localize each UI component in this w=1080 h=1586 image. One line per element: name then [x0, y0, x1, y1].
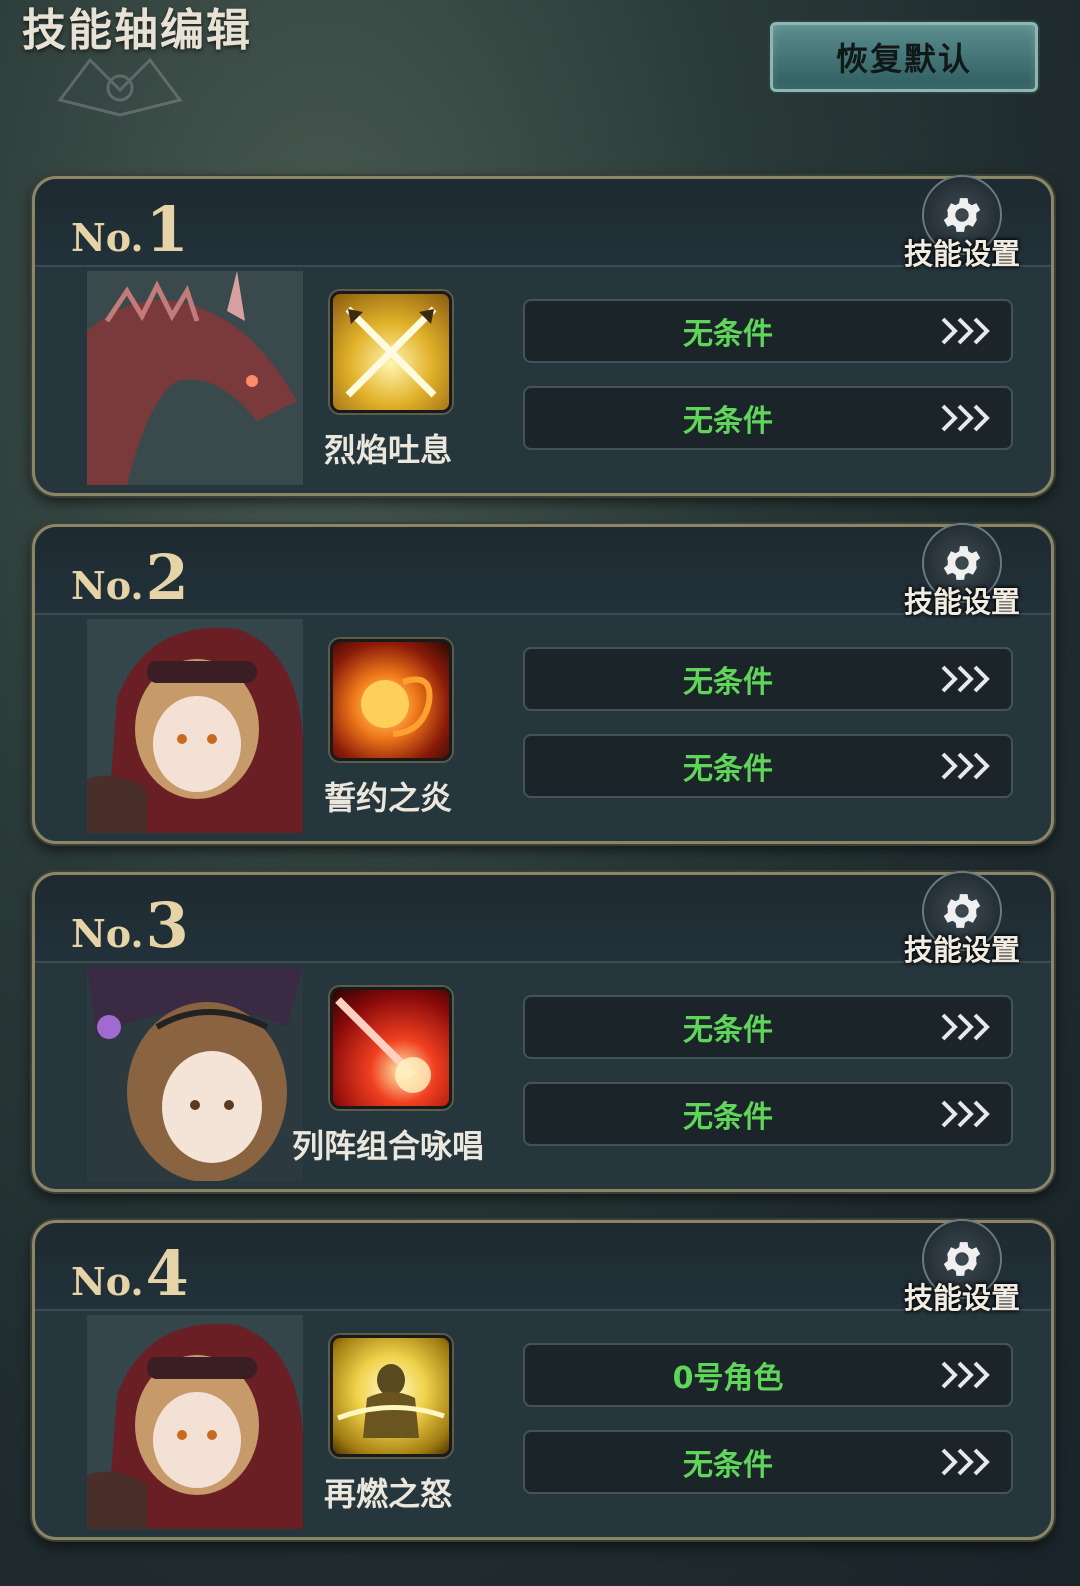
skill-icon[interactable] — [330, 987, 452, 1109]
triple-chevron-right-icon — [941, 317, 990, 345]
condition-button-1[interactable]: 无条件 — [523, 995, 1013, 1059]
girl-red-hood-portrait-icon — [87, 1315, 303, 1529]
card-number: No.1 — [71, 193, 189, 266]
triple-chevron-right-icon — [941, 1361, 990, 1389]
skill-card-2: No.2 技能设置 誓约之炎 无条件 无条件 — [32, 523, 1054, 844]
skill-icon[interactable] — [330, 1335, 452, 1457]
condition-button-2[interactable]: 无条件 — [523, 386, 1013, 450]
card-number: No.2 — [71, 541, 189, 614]
fireball-icon — [361, 676, 433, 737]
girl-witch-hat-portrait-icon — [87, 967, 303, 1181]
triple-chevron-right-icon — [941, 665, 990, 693]
triple-chevron-right-icon — [941, 1100, 990, 1128]
skill-name: 列阵组合咏唱 — [291, 1127, 484, 1165]
character-portrait[interactable] — [87, 619, 303, 833]
skill-icon[interactable] — [330, 291, 452, 413]
golden-knight-icon — [337, 1364, 445, 1438]
condition-button-1[interactable]: 无条件 — [523, 299, 1013, 363]
dragon-emblem-icon — [57, 57, 183, 117]
crossed-swords-icon — [345, 306, 437, 398]
character-portrait[interactable] — [87, 1315, 303, 1529]
skill-card-4: No.4 技能设置 再燃之怒 0号角色 无条件 — [32, 1219, 1054, 1540]
triple-chevron-right-icon — [941, 752, 990, 780]
condition-button-2[interactable]: 无条件 — [523, 1430, 1013, 1494]
red-beam-burst-icon — [335, 997, 431, 1093]
skill-card-1: No.1 技能设置 烈焰吐息 无条件 无条件 — [32, 175, 1054, 496]
girl-red-hood-portrait-icon — [87, 619, 303, 833]
reset-default-button[interactable]: 恢复默认 — [770, 22, 1038, 92]
condition-button-2[interactable]: 无条件 — [523, 734, 1013, 798]
condition-button-1[interactable]: 0号角色 — [523, 1343, 1013, 1407]
skill-settings-button[interactable]: 技能设置 — [897, 1219, 1027, 1319]
skill-name: 誓约之炎 — [323, 779, 452, 817]
card-number: No.3 — [71, 889, 189, 962]
skill-settings-button[interactable]: 技能设置 — [897, 871, 1027, 971]
triple-chevron-right-icon — [941, 404, 990, 432]
character-portrait[interactable] — [87, 271, 303, 485]
skill-settings-button[interactable]: 技能设置 — [897, 523, 1027, 623]
triple-chevron-right-icon — [941, 1448, 990, 1476]
skill-settings-button[interactable]: 技能设置 — [897, 175, 1027, 275]
red-dragon-portrait-icon — [87, 271, 303, 485]
skill-icon[interactable] — [330, 639, 452, 761]
condition-button-1[interactable]: 无条件 — [523, 647, 1013, 711]
character-portrait[interactable] — [87, 967, 303, 1181]
card-number: No.4 — [71, 1237, 189, 1310]
condition-button-2[interactable]: 无条件 — [523, 1082, 1013, 1146]
skill-name: 再燃之怒 — [323, 1475, 452, 1513]
skill-card-3: No.3 技能设置 列阵组合咏唱 无条件 无条件 — [32, 871, 1054, 1192]
skill-name: 烈焰吐息 — [323, 431, 452, 469]
triple-chevron-right-icon — [941, 1013, 990, 1041]
